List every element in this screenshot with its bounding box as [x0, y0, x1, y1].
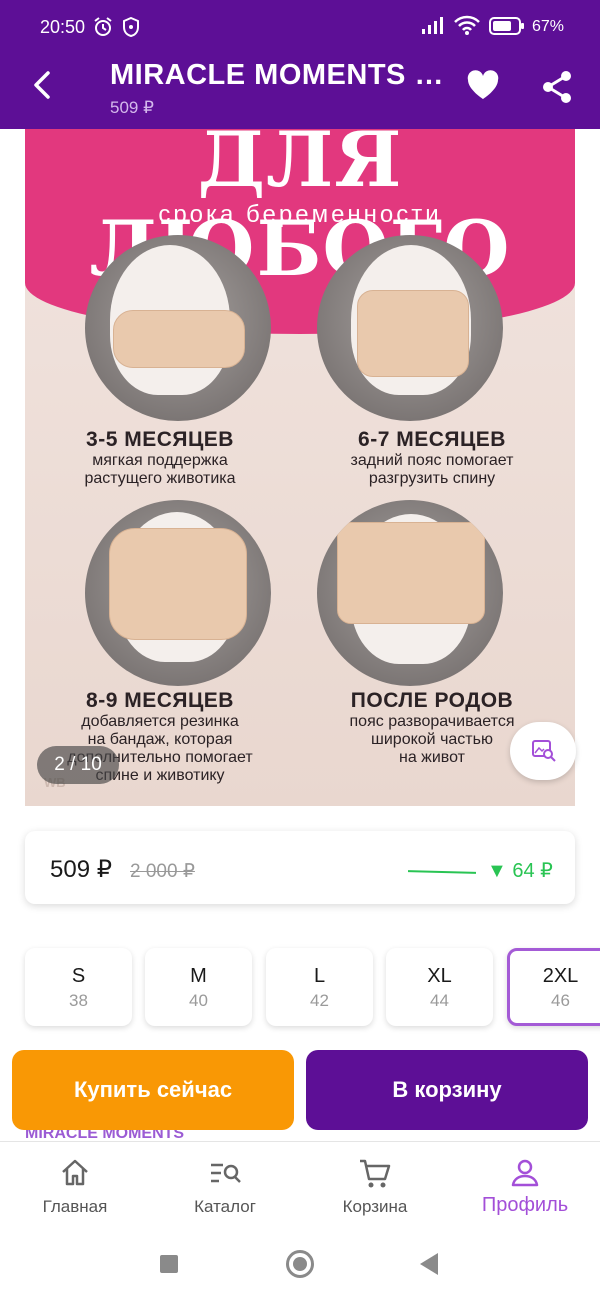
- nav-label: Профиль: [481, 1194, 569, 1216]
- price-trend-line: [407, 870, 477, 874]
- status-bar: 20:50 67%: [0, 0, 600, 45]
- stage-line: задний пояс помогает: [350, 452, 514, 469]
- shield-icon: [122, 16, 140, 42]
- size-option-xl[interactable]: XL 44: [386, 948, 493, 1026]
- photo-circle: [317, 500, 503, 686]
- catalog-icon: [211, 1163, 241, 1183]
- nav-profile[interactable]: Профиль: [450, 1142, 600, 1229]
- nav-cart[interactable]: Корзина: [300, 1142, 450, 1229]
- size-ru: 42: [310, 991, 329, 1010]
- photo-circle: [85, 235, 271, 421]
- current-price: 509 ₽: [50, 856, 112, 883]
- share-button[interactable]: [540, 70, 574, 109]
- old-price: 2 000 ₽: [130, 861, 195, 882]
- home-button[interactable]: [286, 1250, 314, 1278]
- home-icon: [62, 1159, 88, 1186]
- size-label: 2XL: [542, 965, 579, 987]
- stage-line: добавляется резинка: [81, 713, 239, 730]
- stage-title: 8-9 МЕСЯЦЕВ: [86, 689, 234, 712]
- nav-label: Корзина: [342, 1197, 408, 1216]
- nav-catalog[interactable]: Каталог: [150, 1142, 300, 1229]
- favorite-button[interactable]: [466, 70, 500, 105]
- app-header: MIRACLE MOMENTS •… 509 ₽: [0, 45, 600, 129]
- price-change: ▼ 64 ₽: [487, 860, 553, 882]
- size-ru: 44: [430, 991, 449, 1010]
- price-card: 509 ₽ 2 000 ₽ ▼ 64 ₽: [25, 831, 575, 904]
- gallery-subheadline: срока беременности: [158, 201, 442, 228]
- nav-label: Главная: [42, 1197, 108, 1216]
- battery-percent: 67%: [532, 18, 565, 35]
- status-time: 20:50: [40, 17, 86, 37]
- signal-icon: [421, 15, 447, 40]
- add-to-cart-button[interactable]: В корзину: [306, 1050, 588, 1130]
- size-label: S: [71, 965, 86, 987]
- photo-circle: [317, 235, 503, 421]
- product-image-gallery[interactable]: ДЛЯ ЛЮБОГО срока беременности 3-5 МЕСЯЦЕ…: [25, 129, 575, 806]
- header-price: 509 ₽: [110, 98, 154, 117]
- size-ru: 46: [551, 991, 570, 1010]
- stage-line: растущего животика: [84, 470, 236, 487]
- stage-panel: 3-5 МЕСЯЦЕВ мягкая поддержка растущего ж…: [25, 428, 295, 488]
- stage-title: 3-5 МЕСЯЦЕВ: [86, 428, 234, 451]
- battery-icon: [489, 17, 525, 40]
- stage-line: мягкая поддержка: [92, 452, 228, 469]
- profile-icon: [511, 1159, 539, 1187]
- heart-icon: [467, 70, 499, 99]
- image-counter: 2 / 10: [37, 746, 119, 784]
- nav-home[interactable]: Главная: [0, 1142, 150, 1229]
- size-option-2xl[interactable]: 2XL 46: [507, 948, 600, 1026]
- stage-line: разгрузить спину: [368, 470, 496, 487]
- cart-icon: [360, 1159, 391, 1188]
- visual-search-button[interactable]: [510, 722, 576, 780]
- buy-now-button[interactable]: Купить сейчас: [12, 1050, 294, 1130]
- size-ru: 38: [69, 991, 88, 1010]
- stage-panel: 6-7 МЕСЯЦЕВ задний пояс помогает разгруз…: [297, 428, 567, 488]
- back-nav-button[interactable]: [420, 1253, 438, 1275]
- alarm-icon: [92, 16, 114, 43]
- back-arrow-icon: [34, 71, 50, 99]
- share-icon: [543, 71, 571, 103]
- size-ru: 40: [189, 991, 208, 1010]
- stage-title: ПОСЛЕ РОДОВ: [350, 689, 514, 712]
- stage-title: 6-7 МЕСЯЦЕВ: [358, 428, 506, 451]
- size-option-l[interactable]: L 42: [266, 948, 373, 1026]
- size-option-m[interactable]: M 40: [145, 948, 252, 1026]
- recents-button[interactable]: [160, 1255, 178, 1273]
- size-label: M: [190, 965, 207, 987]
- size-label: L: [313, 965, 326, 987]
- image-search-icon: [532, 740, 556, 762]
- photo-circle: [85, 500, 271, 686]
- bottom-nav: Главная Каталог Корзина Профиль: [0, 1141, 600, 1229]
- back-button[interactable]: [28, 69, 60, 101]
- system-nav-bar: [0, 1228, 600, 1299]
- page-title: MIRACLE MOMENTS •…: [110, 59, 445, 91]
- nav-label: Каталог: [194, 1197, 256, 1216]
- size-option-s[interactable]: S 38: [25, 948, 132, 1026]
- wifi-icon: [453, 14, 481, 41]
- size-label: XL: [427, 965, 452, 987]
